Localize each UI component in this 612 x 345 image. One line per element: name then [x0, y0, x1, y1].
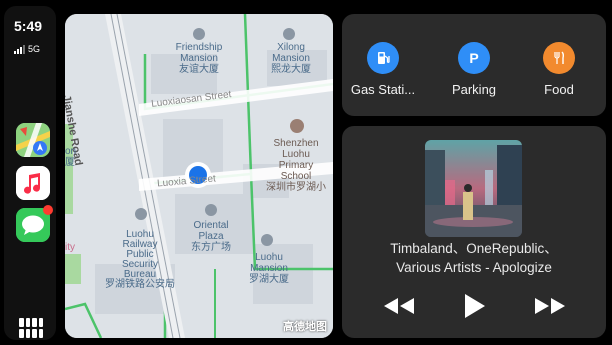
track-artists: Timbaland、OneRepublic、 — [390, 241, 558, 256]
track-info: Timbaland、OneRepublic、 Various Artists -… — [342, 239, 606, 277]
maps-icon — [16, 123, 50, 157]
notification-badge — [43, 205, 53, 215]
app-grid-icon[interactable] — [19, 318, 43, 338]
play-icon[interactable] — [463, 292, 487, 320]
status-time: 5:49 — [14, 18, 43, 34]
music-app-button[interactable] — [16, 166, 50, 200]
network-label: 5G — [28, 44, 41, 54]
gas-station-shortcut[interactable]: Gas Stati... — [348, 42, 418, 97]
now-playing-card[interactable]: Timbaland、OneRepublic、 Various Artists -… — [342, 126, 606, 338]
music-icon — [16, 166, 50, 200]
track-title: Various Artists - Apologize — [396, 260, 552, 275]
poi-left-partial: on 厦 — [65, 146, 77, 168]
poi-xilong-mansion: Xilong Mansion 熙龙大厦 — [271, 42, 311, 75]
carplay-screen: 5:49 5G Friendship Mansion 友谊大厦 Xilong M… — [0, 0, 612, 345]
map-watermark: 高德地图 — [283, 321, 327, 333]
poi-shenzhen-luohu-school: Shenzhen Luohu Primary School 深圳市罗湖小 — [266, 138, 326, 193]
poi-luohu-railway-bureau: Luohu Railway Public Security Bureau 罗湖铁… — [105, 229, 175, 290]
map-view[interactable]: Friendship Mansion 友谊大厦 Xilong Mansion 熙… — [65, 14, 333, 338]
poi-oriental-plaza: Oriental Plaza 东方广场 — [191, 220, 231, 253]
sidebar: 5:49 5G — [4, 6, 56, 340]
gas-station-icon — [367, 42, 399, 74]
album-art — [425, 140, 522, 237]
food-icon — [543, 42, 575, 74]
poi-friendship-mansion: Friendship Mansion 友谊大厦 — [175, 42, 223, 75]
messages-app-button[interactable] — [16, 205, 53, 242]
poi-left-ity: ity — [65, 242, 75, 253]
next-track-icon[interactable] — [533, 296, 567, 316]
parking-icon: P — [458, 42, 490, 74]
food-shortcut[interactable]: Food — [524, 42, 594, 97]
previous-track-icon[interactable] — [382, 296, 416, 316]
signal-bars-icon — [14, 45, 25, 54]
cellular-status: 5G — [14, 44, 40, 54]
poi-luohu-mansion: Luohu Mansion 罗湖大厦 — [249, 252, 289, 285]
parking-shortcut[interactable]: P Parking — [439, 42, 509, 97]
nearby-shortcuts-card: Gas Stati... P Parking Food — [342, 14, 606, 116]
maps-app-button[interactable] — [16, 123, 50, 157]
